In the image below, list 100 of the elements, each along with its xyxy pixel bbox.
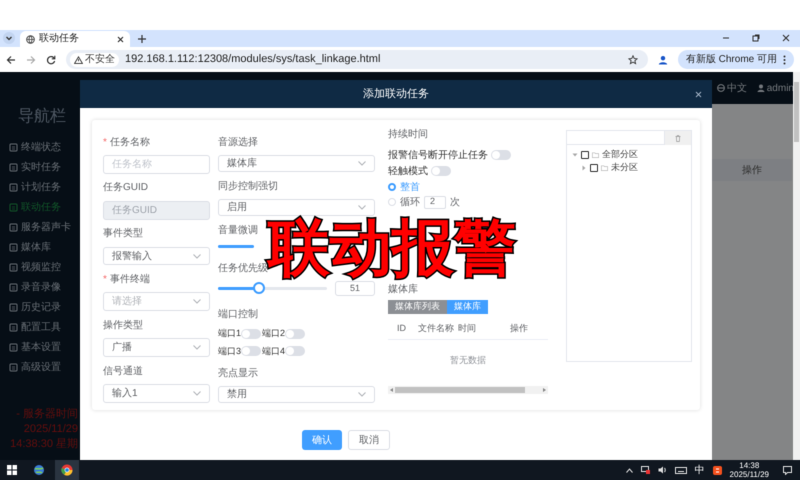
nav-item[interactable]: 高级设置 (0, 357, 80, 377)
column-header: 操作 (510, 322, 529, 335)
column-header: 时间 (458, 322, 477, 335)
update-chrome-button[interactable]: 有新版 Chrome 可用 (678, 50, 794, 69)
toggle-switch[interactable] (241, 328, 262, 339)
field-label: 音量微调 (218, 224, 258, 238)
select-field[interactable]: 报警输入 (103, 246, 210, 266)
menu-item-icon (9, 242, 18, 252)
toggle-switch[interactable] (491, 150, 511, 160)
nav-item[interactable]: 录音录像 (0, 277, 80, 297)
field-label: 信号通道 (103, 364, 143, 379)
checkbox[interactable] (581, 150, 589, 158)
slider-handle[interactable] (253, 282, 266, 294)
language-menu[interactable]: 中文 (716, 80, 747, 96)
number-field[interactable]: 51 (335, 281, 375, 296)
caret-down-icon[interactable] (572, 152, 578, 158)
browser-tab[interactable]: 联动任务 (20, 31, 130, 47)
clock-date: 2025/11/29 (730, 470, 769, 479)
chevron-down-icon (193, 391, 201, 396)
restore-icon (752, 34, 760, 42)
scroll-right-icon (543, 388, 546, 392)
checkbox[interactable] (590, 164, 598, 172)
toggle-switch[interactable] (431, 166, 451, 176)
menu-item-icon (9, 262, 18, 272)
select-field[interactable]: 禁用 (218, 386, 375, 403)
switch-label: 轻触模式 (388, 164, 428, 178)
nav-item[interactable]: 配置工具 (0, 317, 80, 337)
select-field[interactable]: 输入1 (103, 384, 210, 403)
switch-label: 端口3 (218, 344, 242, 358)
switch-label: 端口1 (218, 327, 242, 340)
network-icon (640, 466, 650, 474)
option-label: 整首 (400, 180, 420, 194)
server-time-text: - 服务器时间 (16, 407, 78, 422)
close-icon (782, 34, 790, 42)
server-time-text: 2025/11/29 (24, 422, 78, 437)
number-field[interactable]: 2 (424, 196, 446, 208)
clock-time: 14:38 (739, 461, 760, 470)
back-icon (6, 54, 16, 64)
address-bar[interactable]: 不安全 192.168.1.112:12308/modules/sys/task_linkage.html (66, 50, 648, 69)
nav-item[interactable]: 计划任务 (0, 177, 80, 197)
field-label: 音源选择 (218, 136, 258, 150)
user-menu[interactable]: admin (756, 80, 794, 96)
menu-item-icon (9, 162, 18, 172)
user-icon (756, 84, 765, 92)
chevron-down-icon (193, 345, 201, 350)
field-label: 亮点显示 (218, 366, 258, 380)
radio-button[interactable] (388, 183, 396, 191)
option-label: 循环 (400, 196, 420, 210)
app-tray-icon (712, 466, 722, 474)
tree-label[interactable]: 未分区 (611, 160, 638, 174)
nav-item[interactable]: 基本设置 (0, 337, 80, 357)
taskbar-button[interactable] (55, 460, 79, 480)
star-icon (628, 54, 638, 64)
reload-icon (46, 54, 56, 64)
more-icon (783, 54, 786, 64)
menu-item-icon (9, 302, 18, 312)
nav-item[interactable]: 服务器声卡 (0, 217, 80, 237)
chevron-down-icon (193, 254, 201, 259)
input-field[interactable]: 任务名称 (103, 155, 210, 174)
select-field[interactable]: 启用 (218, 199, 375, 216)
toggle-switch[interactable] (285, 346, 306, 356)
media-tab[interactable]: 媒体库列表 (388, 300, 447, 314)
globe-icon[interactable] (33, 464, 45, 476)
notification-icon (783, 466, 792, 474)
menu-item-icon (9, 222, 18, 232)
windows-start-icon[interactable] (7, 465, 17, 475)
select-field[interactable]: 媒体库 (218, 155, 375, 172)
required-mark: * (103, 136, 107, 150)
select-field[interactable]: 广播 (103, 338, 210, 358)
confirm-button[interactable]: 确认 (302, 430, 342, 450)
profile-icon (658, 54, 668, 64)
nav-item[interactable]: 媒体库 (0, 237, 80, 257)
field-label: 事件终端 (110, 272, 150, 287)
column-header: 文件名称 (417, 322, 455, 335)
nav-item[interactable]: 历史记录 (0, 297, 80, 317)
new-tab-icon (138, 35, 146, 43)
tree-label[interactable]: 全部分区 (602, 148, 638, 162)
chevron-down-icon (358, 161, 366, 166)
vertical-scrollbar[interactable] (793, 72, 800, 460)
section-label: 持续时间 (388, 128, 429, 142)
media-tab[interactable]: 媒体库 (447, 300, 488, 314)
field-label: 同步控制强切 (218, 180, 278, 194)
warning-icon (74, 56, 83, 64)
ime-indicator[interactable]: 中 (694, 462, 705, 478)
sidebar-title: 导航栏 (17, 106, 67, 127)
horizontal-scrollbar[interactable] (388, 386, 548, 394)
nav-item[interactable]: 终端状态 (0, 137, 80, 157)
nav-item[interactable]: 视频监控 (0, 257, 80, 277)
toggle-switch[interactable] (241, 346, 262, 356)
forward-icon (26, 54, 36, 64)
empty-text: 暂无数据 (449, 354, 487, 367)
nav-item[interactable]: 实时任务 (0, 157, 80, 177)
toggle-switch[interactable] (285, 328, 306, 339)
field-label: 任务名称 (110, 136, 150, 150)
trash-icon[interactable] (665, 131, 691, 145)
close-icon[interactable] (695, 91, 702, 98)
slider-track (218, 245, 254, 248)
cancel-button[interactable]: 取消 (348, 430, 390, 450)
caret-right-icon[interactable] (581, 164, 587, 170)
security-chip[interactable]: 不安全 (70, 52, 119, 66)
